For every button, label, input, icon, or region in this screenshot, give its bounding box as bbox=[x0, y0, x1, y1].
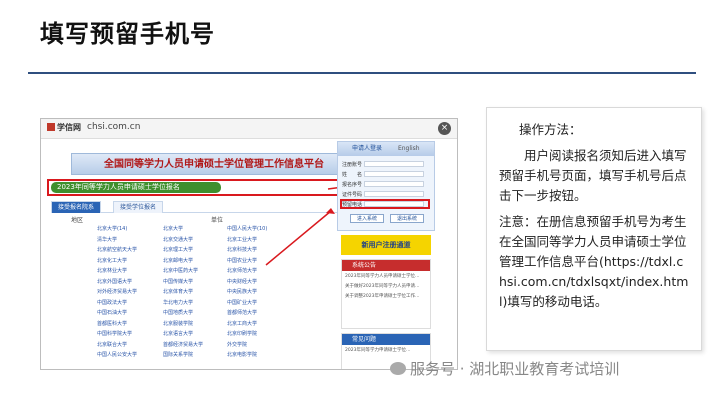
login-label-serial: 报名序号 bbox=[342, 182, 363, 188]
new-user-register-banner[interactable]: 新用户注册通道 bbox=[341, 235, 431, 255]
exit-system-button[interactable]: 退出系统 bbox=[390, 214, 424, 223]
login-row-phone: 预留电话 bbox=[342, 201, 362, 208]
login-row-serial: 报名序号 bbox=[342, 181, 362, 188]
account-field[interactable] bbox=[364, 161, 424, 167]
enter-system-button[interactable]: 进入系统 bbox=[350, 214, 384, 223]
applicant-login-box: 申请人登录 English 注册账号 姓 名 报名序号 预留电话 证件号码 进入… bbox=[337, 141, 435, 231]
serial-field[interactable] bbox=[364, 181, 424, 187]
login-row-id: 证件号码 bbox=[342, 191, 362, 198]
wechat-icon bbox=[390, 362, 406, 375]
system-announcements: 系统公告 2023年同等学力人员申请硕士学位… 关于做好2023年同等学力人员申… bbox=[341, 259, 431, 329]
chsi-screenshot: 学信网 chsi.com.cn × 全国同等学力人员申请硕士学位管理工作信息平台… bbox=[40, 118, 458, 370]
id-field[interactable] bbox=[364, 191, 424, 197]
arrow-line-2 bbox=[265, 210, 332, 266]
login-label-id: 证件号码 bbox=[342, 192, 363, 198]
method-label: 操作方法： bbox=[519, 122, 582, 137]
slide-title: 填写预留手机号 bbox=[40, 20, 215, 48]
faq-item[interactable]: 2023年同等学力申请硕士学位… bbox=[342, 345, 430, 355]
instruction-panel: 操作方法： 用户阅读报名须知后进入填写预留手机号页面，填写手机号后点击下一步按钮… bbox=[486, 107, 702, 351]
announcement-item[interactable]: 关于调整2023年申请硕士学位工作… bbox=[342, 291, 430, 301]
arrow-head bbox=[326, 208, 335, 214]
phone-field[interactable] bbox=[364, 201, 424, 207]
title-divider bbox=[28, 72, 696, 74]
faq-title: 常见问题 bbox=[342, 334, 430, 345]
watermark: 服务号 · 湖北职业教育考试培训 bbox=[390, 358, 619, 379]
login-header: 申请人登录 English bbox=[338, 142, 434, 156]
login-label-phone: 预留电话 bbox=[342, 202, 363, 208]
method-step-text: 用户阅读报名须知后进入填写预留手机号页面，填写手机号后点击下一步按钮。 bbox=[499, 148, 687, 203]
announcement-item[interactable]: 2023年同等学力人员申请硕士学位… bbox=[342, 271, 430, 281]
name-field[interactable] bbox=[364, 171, 424, 177]
announcement-item[interactable]: 关于做好2023年同等学力人员申请… bbox=[342, 281, 430, 291]
english-link[interactable]: English bbox=[398, 145, 420, 152]
login-row-account: 注册账号 bbox=[342, 161, 362, 168]
login-label-account: 注册账号 bbox=[342, 162, 363, 168]
watermark-text: 服务号 · 湖北职业教育考试培训 bbox=[410, 360, 620, 378]
announcements-title: 系统公告 bbox=[342, 260, 430, 271]
login-title: 申请人登录 bbox=[352, 145, 383, 152]
login-row-name: 姓 名 bbox=[342, 171, 362, 178]
note-text: 注意：在册信息预留手机号为考生在全国同等学力人员申请硕士学位管理工作信息平台(h… bbox=[499, 214, 689, 309]
login-label-name: 姓 名 bbox=[342, 172, 363, 178]
